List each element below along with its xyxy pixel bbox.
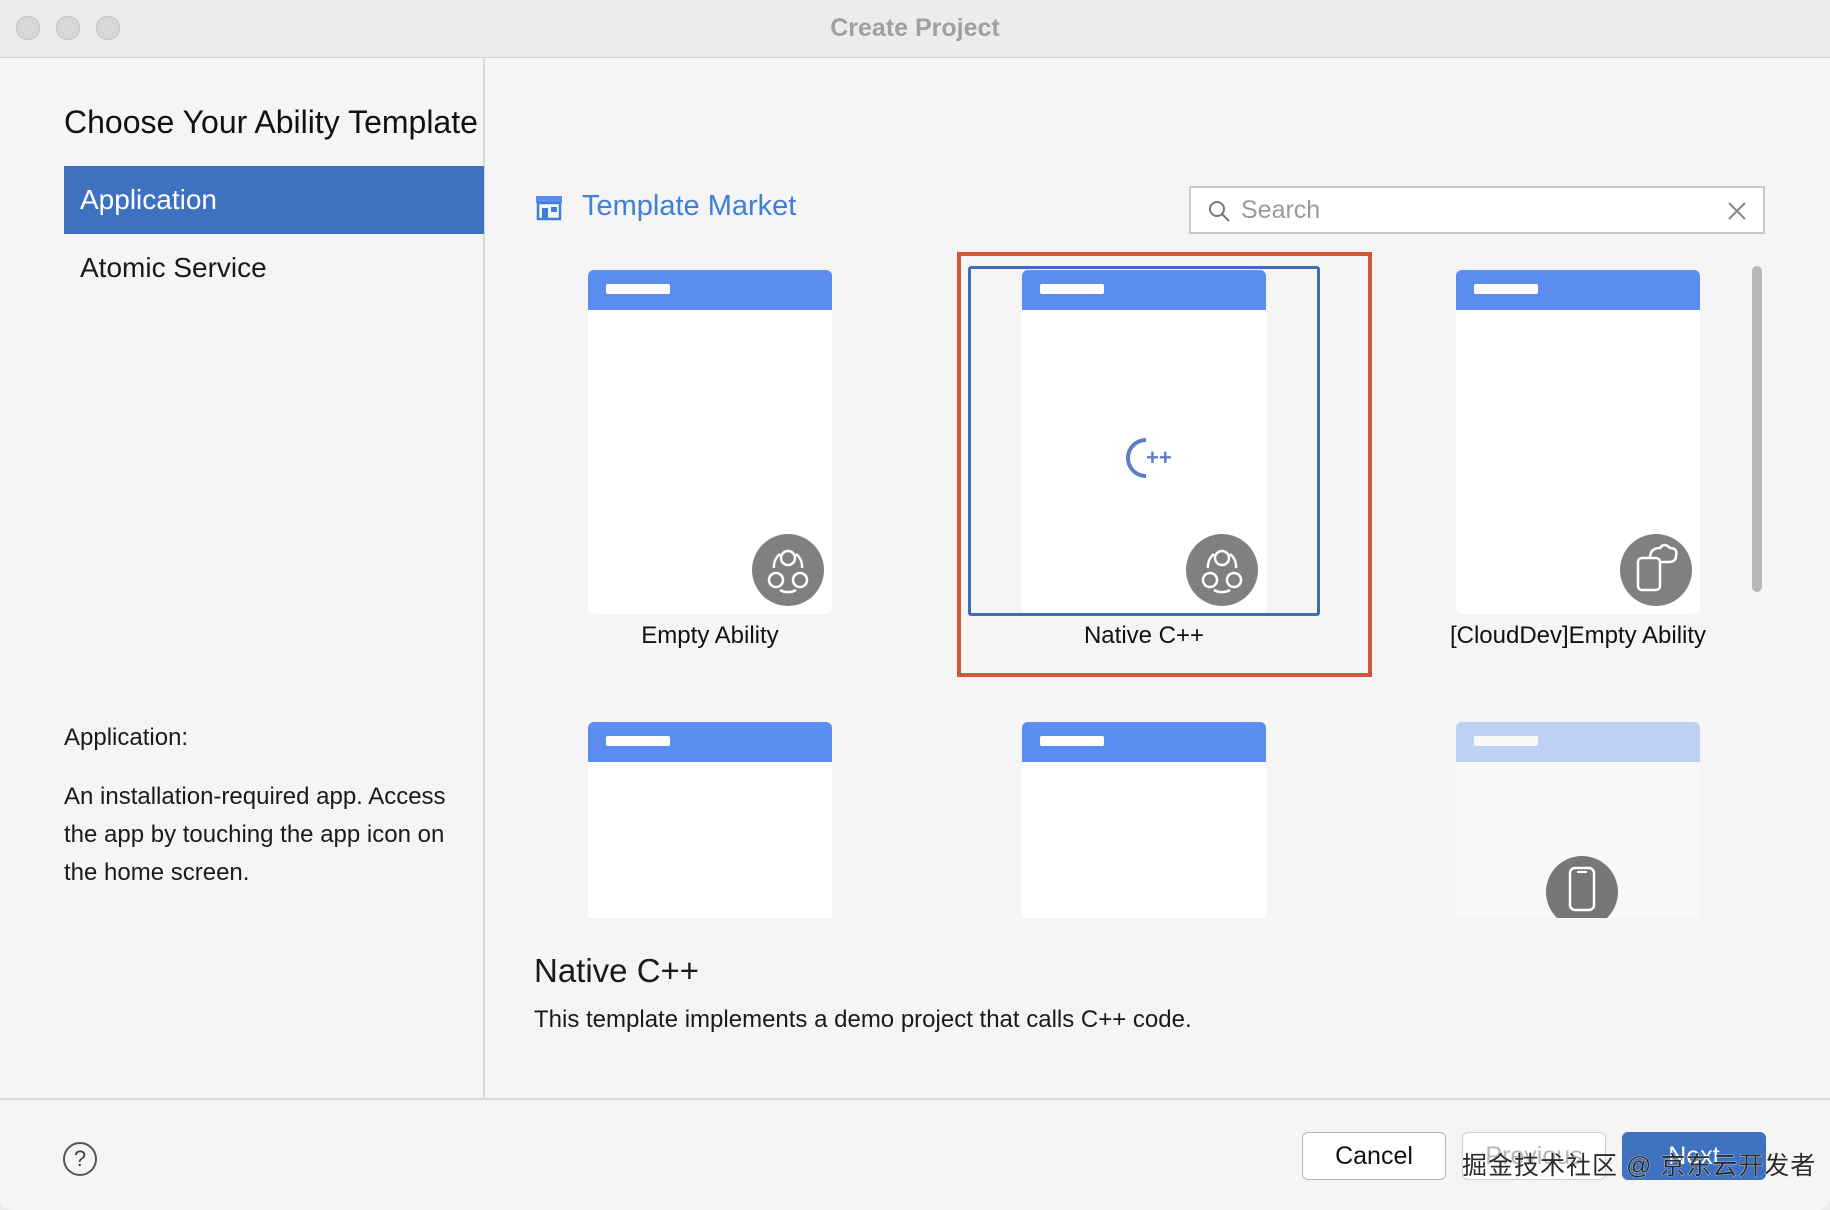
store-icon (536, 195, 562, 220)
card-header-bar (606, 284, 670, 294)
card-header (588, 722, 832, 762)
sidebar-item-atomic-service[interactable]: Atomic Service (64, 234, 484, 302)
template-market-link[interactable]: Template Market (534, 190, 796, 223)
template-label-clouddev-empty-ability: [CloudDev]Empty Ability (1449, 622, 1707, 649)
cloud-device-icon (1620, 534, 1692, 606)
watermark: 掘金技术社区 @ 京东云开发者 (1462, 1152, 1817, 1181)
create-project-window: Create Project Choose Your Ability Templ… (0, 0, 1830, 1210)
card-header (1456, 270, 1700, 310)
phone-badge-clip (1546, 856, 1618, 918)
search-icon (1209, 201, 1230, 222)
components-icon (752, 534, 824, 606)
card-header (588, 270, 832, 310)
title-bar: Create Project (0, 0, 1830, 58)
template-scrollbar[interactable] (1752, 266, 1762, 592)
card-header (1456, 722, 1700, 762)
detail-description: This template implements a demo project … (534, 1006, 1192, 1033)
page-title: Choose Your Ability Template (64, 104, 478, 140)
template-card-clouddev-empty-ability[interactable] (1456, 270, 1700, 614)
card-header-bar (1474, 284, 1538, 294)
card-header-bar (606, 736, 670, 746)
card-header-bar (1040, 736, 1104, 746)
selection-highlight (957, 252, 1372, 677)
window-title: Create Project (830, 14, 1000, 42)
description-title: Application: (64, 724, 189, 751)
search-input[interactable] (1241, 192, 1711, 228)
clear-search-icon[interactable] (1725, 199, 1749, 223)
card-header (1022, 722, 1266, 762)
template-card-row2-1[interactable] (588, 722, 832, 918)
template-card-row2-2[interactable] (1022, 722, 1266, 918)
search-box (1189, 186, 1765, 234)
help-button[interactable]: ? (63, 1142, 97, 1176)
phone-icon (1546, 856, 1618, 918)
template-market-label: Template Market (582, 190, 797, 222)
template-label-empty-ability: Empty Ability (641, 622, 779, 649)
cancel-button[interactable]: Cancel (1302, 1132, 1446, 1180)
sidebar-item-application[interactable]: Application (64, 166, 484, 234)
card-header-bar (1474, 736, 1538, 746)
detail-title: Native C++ (534, 952, 700, 989)
description-text: An installation-required app. Access the… (64, 783, 446, 886)
template-card-empty-ability[interactable] (588, 270, 832, 614)
